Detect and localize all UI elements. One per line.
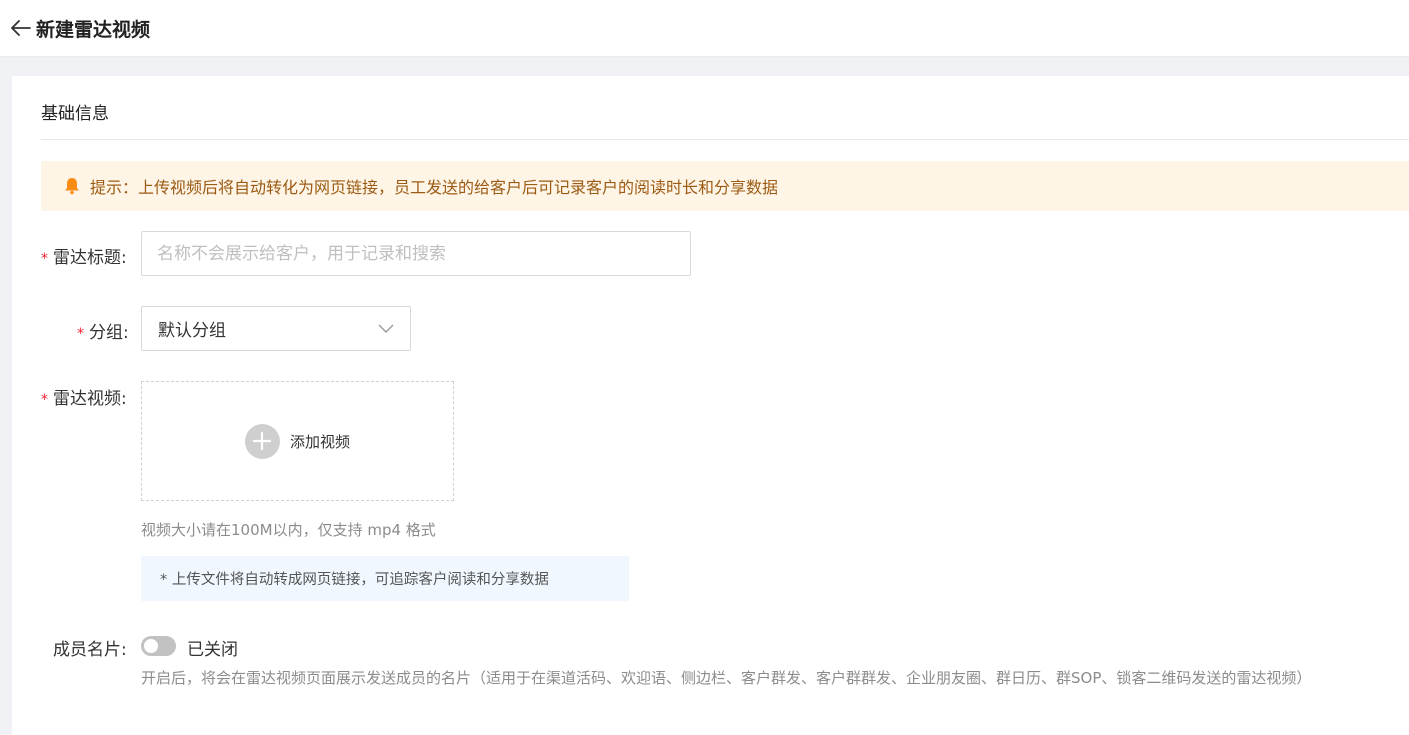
add-video-label: 添加视频 [289, 432, 350, 451]
member-card-label: 成员名片: [53, 640, 127, 660]
video-size-hint: 视频大小请在100M以内，仅支持 mp4 格式 [141, 521, 436, 539]
arrow-left-icon[interactable] [10, 17, 32, 39]
notice-text: 提示：上传视频后将自动转化为网页链接，员工发送的给客户后可记录客户的阅读时长和分… [90, 178, 779, 197]
group-label: * 分组: [77, 318, 129, 343]
video-label: * 雷达视频: [41, 384, 127, 409]
toggle-knob [144, 639, 158, 653]
group-select[interactable]: 默认分组 [141, 306, 411, 351]
page-header: 新建雷达视频 [0, 0, 1409, 56]
group-label-text: 分组: [89, 323, 129, 343]
divider [41, 139, 1409, 140]
member-card-description: 开启后，将会在雷达视频页面展示发送成员的名片（适用于在渠道活码、欢迎语、侧边栏、… [141, 669, 1312, 687]
section-title: 基础信息 [41, 104, 109, 124]
required-mark: * [41, 392, 48, 408]
required-mark: * [77, 326, 84, 342]
add-video-button[interactable]: 添加视频 [141, 381, 454, 501]
bell-icon [64, 177, 80, 195]
video-info-box: * 上传文件将自动转成网页链接，可追踪客户阅读和分享数据 [141, 556, 629, 601]
radar-title-input[interactable] [141, 231, 691, 276]
form-card: 基础信息 提示：上传视频后将自动转化为网页链接，员工发送的给客户后可记录客户的阅… [12, 76, 1409, 735]
plus-icon [244, 423, 280, 459]
required-mark: * [41, 251, 48, 267]
video-info-text: * 上传文件将自动转成网页链接，可追踪客户阅读和分享数据 [160, 572, 549, 588]
page-title: 新建雷达视频 [36, 18, 151, 41]
member-card-toggle[interactable] [141, 636, 176, 656]
title-label: * 雷达标题: [41, 243, 127, 268]
toggle-state-text: 已关闭 [187, 640, 238, 660]
notice-banner: 提示：上传视频后将自动转化为网页链接，员工发送的给客户后可记录客户的阅读时长和分… [41, 161, 1409, 211]
group-select-value: 默认分组 [158, 321, 226, 341]
title-label-text: 雷达标题: [53, 248, 127, 268]
video-label-text: 雷达视频: [53, 389, 127, 409]
chevron-down-icon [378, 324, 394, 334]
